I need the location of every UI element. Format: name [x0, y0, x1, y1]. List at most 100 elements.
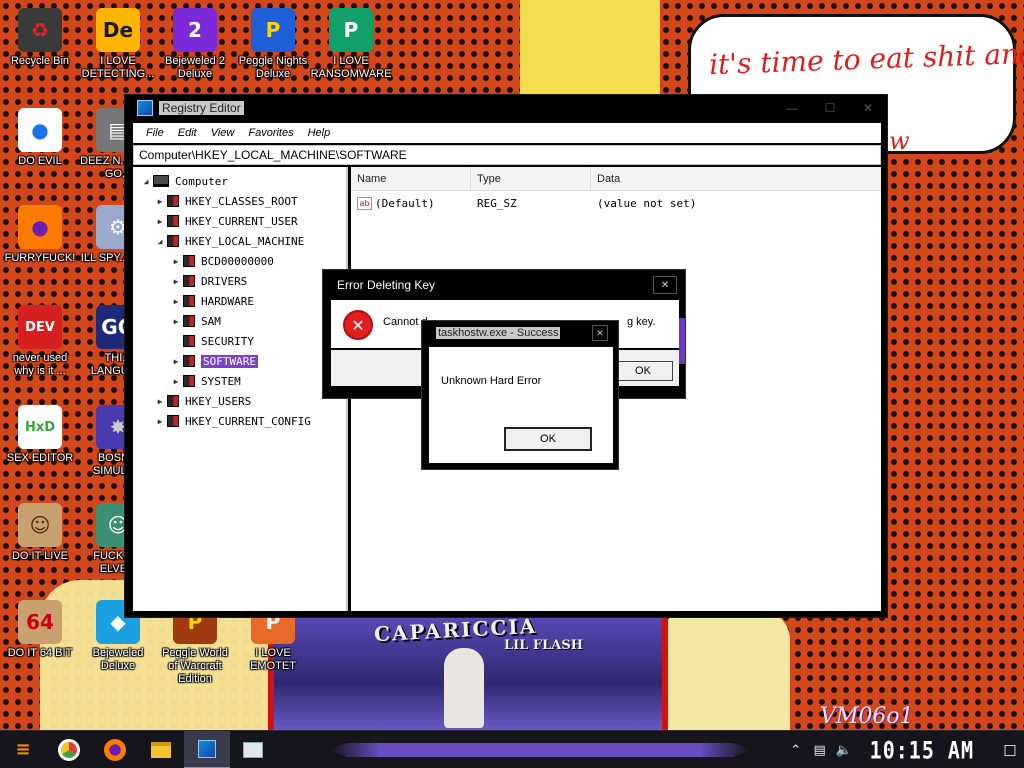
success-dialog-body: Unknown Hard Error OK [429, 347, 613, 463]
tree-node-bcd[interactable]: ▶ BCD00000000 [133, 251, 346, 271]
expand-arrow-icon[interactable]: ▶ [153, 217, 167, 226]
wallpaper-watermark: VM06o1 [820, 704, 914, 729]
column-data-header[interactable]: Data [591, 167, 881, 190]
desktop-icon[interactable]: P I LOVE RANSOMWARE [311, 8, 391, 81]
error-ok-button[interactable]: OK [613, 361, 673, 381]
value-type: REG_SZ [477, 196, 517, 210]
column-type-header[interactable]: Type [471, 167, 591, 190]
notifications-icon[interactable]: □ [996, 742, 1024, 758]
error-dialog-titlebar[interactable]: Error Deleting Key ✕ [323, 270, 685, 300]
expand-arrow-icon[interactable]: ▶ [153, 197, 167, 206]
value-name: (Default) [375, 196, 435, 210]
tree-label: SOFTWARE [201, 354, 258, 368]
folder-icon [167, 235, 179, 247]
expand-arrow-icon[interactable]: ▶ [153, 397, 167, 406]
tree-node-hkcc[interactable]: ▶ HKEY_CURRENT_CONFIG [133, 411, 346, 431]
tree-node-hkcr[interactable]: ▶ HKEY_CLASSES_ROOT [133, 191, 346, 211]
collapse-arrow-icon[interactable]: ◢ [153, 237, 167, 246]
wallpaper-flame-top [520, 0, 660, 96]
wallpaper-figure-right [660, 610, 790, 730]
close-icon[interactable]: ✕ [653, 276, 677, 294]
menu-help[interactable]: Help [301, 127, 338, 139]
folder-icon [183, 275, 195, 287]
key-tree[interactable]: ◢ Computer ▶ HKEY_CLASSES_ROOT ▶ HKEY_CU… [133, 167, 348, 611]
tree-label: HKEY_CURRENT_CONFIG [185, 414, 311, 428]
expand-arrow-icon[interactable]: ▶ [169, 357, 183, 366]
desktop-icon[interactable]: 2 Bejeweled 2 Deluxe [157, 8, 233, 81]
collapse-arrow-icon[interactable]: ◢ [139, 177, 153, 186]
taskbar-file-explorer-icon[interactable] [138, 731, 184, 768]
menu-view[interactable]: View [204, 127, 242, 139]
app-icon: HxD [18, 405, 62, 449]
maximize-icon[interactable]: ☐ [811, 97, 849, 119]
taskbar: ≡ ⌃ ▤ 🔈 10:15 AM □ [0, 730, 1024, 768]
taskbar-clock[interactable]: 10:15 AM [870, 736, 974, 765]
desktop-icon[interactable]: ♻ Recycle Bin [2, 8, 78, 68]
success-dialog[interactable]: taskhostw.exe - Success ✕ Unknown Hard E… [421, 320, 619, 470]
folder-icon [183, 375, 195, 387]
value-row[interactable]: ab (Default) REG_SZ (value not set) [351, 191, 881, 215]
expand-arrow-icon[interactable]: ▶ [169, 277, 183, 286]
desktop-icon-label: Peggle World of Warcraft Edition [162, 647, 228, 685]
close-icon[interactable]: ✕ [592, 325, 608, 341]
tree-node-hardware[interactable]: ▶ HARDWARE [133, 291, 346, 311]
volume-icon[interactable]: 🔈 [832, 743, 856, 758]
desktop-icon-label: Peggle Nights Deluxe [238, 55, 308, 80]
tree-node-computer[interactable]: ◢ Computer [133, 171, 346, 191]
tree-node-software[interactable]: ▶ SOFTWARE [133, 351, 346, 371]
desktop-icon-label: DO IT LIVE [11, 550, 69, 562]
expand-arrow-icon[interactable]: ▶ [169, 377, 183, 386]
network-icon[interactable]: ▤ [808, 743, 832, 758]
desktop-icon[interactable]: ☺ DO IT LIVE [2, 503, 78, 563]
address-bar[interactable]: Computer\HKEY_LOCAL_MACHINE\SOFTWARE [133, 145, 881, 165]
speech-bubble-text-extra: w [889, 127, 910, 155]
taskbar-firefox-icon[interactable] [92, 731, 138, 768]
desktop-icon-label: I LOVE DETECTING... [81, 55, 155, 80]
tree-label: DRIVERS [201, 274, 248, 288]
show-hidden-icons-icon[interactable]: ⌃ [784, 743, 808, 758]
taskbar-window-icon[interactable] [230, 731, 276, 768]
taskbar-registry-editor-icon[interactable] [184, 730, 230, 768]
success-ok-button[interactable]: OK [504, 427, 592, 451]
tree-node-drivers[interactable]: ▶ DRIVERS [133, 271, 346, 291]
desktop-icon-label: Bejeweled 2 Deluxe [165, 55, 225, 80]
folder-icon [183, 255, 195, 267]
menu-favorites[interactable]: Favorites [241, 127, 300, 139]
menu-edit[interactable]: Edit [171, 127, 204, 139]
minimize-icon[interactable]: — [773, 97, 811, 119]
expand-arrow-icon[interactable]: ▶ [169, 297, 183, 306]
desktop-icon[interactable]: De I LOVE DETECTING... [80, 8, 156, 81]
expand-arrow-icon[interactable]: ▶ [169, 317, 183, 326]
menu-file[interactable]: File [139, 127, 171, 139]
desktop-icon[interactable]: P Peggle Nights Deluxe [235, 8, 311, 81]
album-figure [444, 648, 484, 728]
app-icon: 64 [18, 600, 62, 644]
wallpaper-album-art: CAPARICCIA LIL FLASH [268, 614, 668, 730]
close-icon[interactable]: ✕ [849, 97, 887, 119]
error-icon: ✕ [343, 310, 373, 340]
tree-node-sam[interactable]: ▶ SAM [133, 311, 346, 331]
tree-node-hku[interactable]: ▶ HKEY_USERS [133, 391, 346, 411]
taskbar-chrome-icon[interactable] [46, 731, 92, 768]
success-dialog-titlebar[interactable]: taskhostw.exe - Success ✕ [422, 321, 618, 345]
desktop-icon[interactable]: ● FURRYFUCK! [2, 205, 78, 265]
folder-icon [167, 415, 179, 427]
folder-icon [167, 215, 179, 227]
desktop-icon[interactable]: HxD SEX EDITOR [2, 405, 78, 465]
tree-node-hklm[interactable]: ◢ HKEY_LOCAL_MACHINE [133, 231, 346, 251]
desktop-icon[interactable]: DEV never used why is it ... [2, 305, 78, 378]
tree-label: BCD00000000 [201, 254, 274, 268]
tree-node-hkcu[interactable]: ▶ HKEY_CURRENT_USER [133, 211, 346, 231]
start-button[interactable]: ≡ [0, 731, 46, 768]
speech-bubble-text: it's time to eat shit and die and chew [708, 30, 1024, 82]
tree-node-system[interactable]: ▶ SYSTEM [133, 371, 346, 391]
desktop-icon[interactable]: ● DO EVIL [2, 108, 78, 168]
desktop-icon[interactable]: 64 DO IT 64 BIT [2, 600, 78, 660]
expand-arrow-icon[interactable]: ▶ [169, 257, 183, 266]
menu-bar: File Edit View Favorites Help [133, 123, 881, 143]
tree-node-security[interactable]: SECURITY [133, 331, 346, 351]
computer-icon [153, 175, 169, 187]
column-name-header[interactable]: Name [351, 167, 471, 190]
expand-arrow-icon[interactable]: ▶ [153, 417, 167, 426]
registry-editor-titlebar[interactable]: Registry Editor — ☐ ✕ [125, 95, 887, 121]
